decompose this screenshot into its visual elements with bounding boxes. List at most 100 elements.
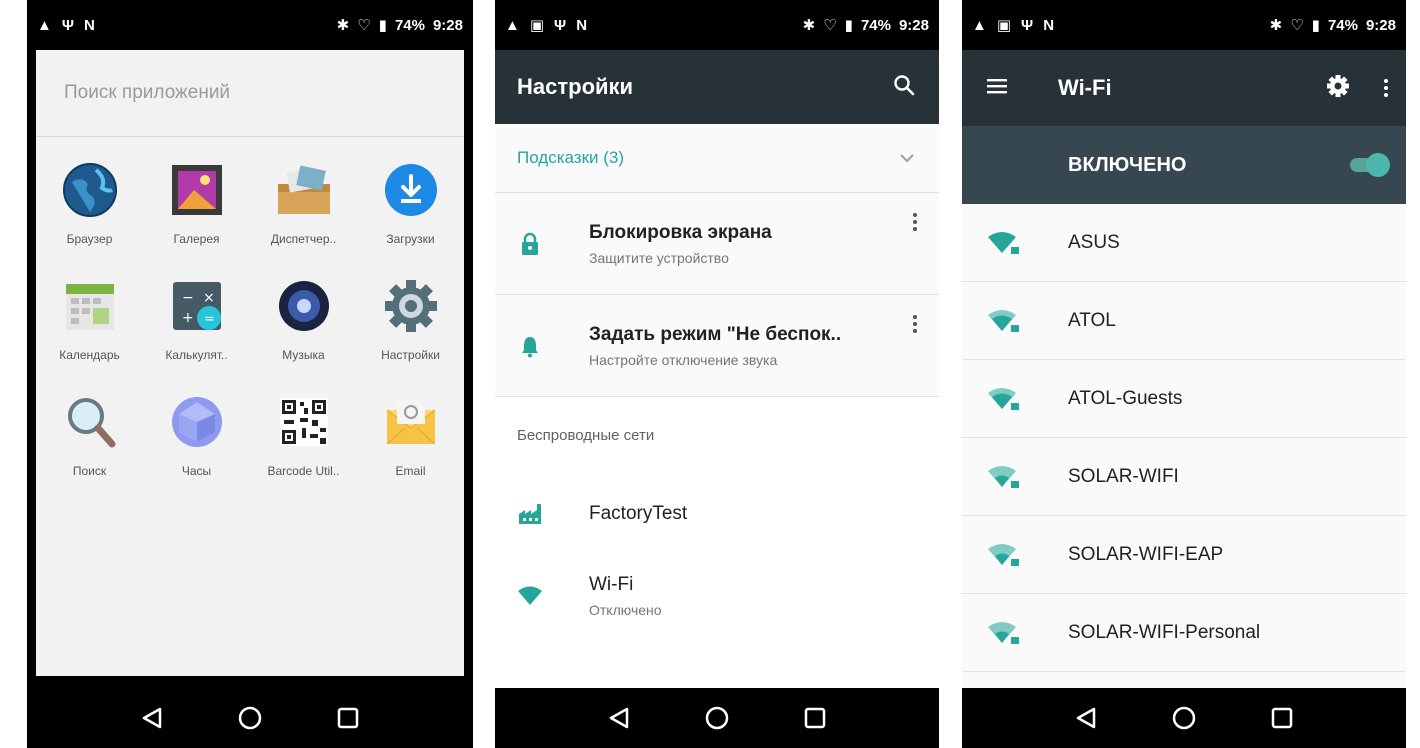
wifi-network-item[interactable]: ATOL-Guests <box>962 360 1406 438</box>
suggestion-screen-lock[interactable]: Блокировка экрана Защитите устройство <box>495 193 939 295</box>
settings-item-subtitle: Отключено <box>589 602 662 618</box>
wifi-lock-icon <box>986 543 1022 567</box>
wifi-network-item[interactable]: SOLAR-WIFI-Personal <box>962 594 1406 672</box>
app-calculator[interactable]: − × + = Калькулят.. <box>143 276 250 362</box>
app-label: Поиск <box>72 464 107 478</box>
app-search-input[interactable]: Поиск приложений <box>36 50 464 137</box>
wifi-network-name: ATOL <box>1068 309 1116 331</box>
recents-button[interactable] <box>801 704 829 732</box>
settings-item-title: Wi-Fi <box>589 574 634 595</box>
browser-globe-icon <box>60 160 120 220</box>
svg-text:−: − <box>182 290 194 306</box>
calendar-icon <box>60 276 120 336</box>
status-bar: ▲ Ψ N ✱ ♡ ▮ 74% 9:28 <box>27 0 473 50</box>
home-circle-icon <box>1172 706 1196 730</box>
app-label: Браузер <box>66 232 113 246</box>
app-label: Галерея <box>173 232 220 246</box>
clock-time: 9:28 <box>432 16 463 34</box>
chevron-down-icon <box>899 148 915 168</box>
wifi-network-name: SOLAR-WIFI <box>1068 465 1179 487</box>
wifi-lock-icon <box>986 231 1022 255</box>
email-icon <box>381 392 441 452</box>
settings-item-wifi[interactable]: Wi-Fi Отключено <box>495 555 939 637</box>
back-button[interactable] <box>138 704 166 732</box>
more-options-icon[interactable] <box>913 315 917 333</box>
wifi-network-list: ASUS ATOL ATOL-Guests SOLAR-WIFI SOLAR-W… <box>962 204 1406 688</box>
app-barcode-util[interactable]: Barcode Util.. <box>250 392 357 478</box>
file-manager-icon <box>274 160 334 220</box>
bluetooth-icon: ✱ <box>336 16 350 34</box>
wifi-icon <box>517 586 543 606</box>
app-settings[interactable]: Настройки <box>357 276 464 362</box>
nav-bar <box>27 688 473 748</box>
home-circle-icon <box>238 706 262 730</box>
wifi-status-icon: ♡ <box>357 16 371 34</box>
app-grid: Браузер Галерея Диспетчер.. Загрузки Кал… <box>36 160 464 478</box>
menu-button[interactable] <box>986 77 1008 100</box>
music-icon <box>274 276 334 336</box>
wifi-settings-button[interactable] <box>1326 74 1350 103</box>
battery-icon: ▮ <box>1311 16 1320 34</box>
gallery-icon <box>167 160 227 220</box>
app-clock[interactable]: Часы <box>143 392 250 478</box>
suggestion-title: Задать режим "Не беспок.. <box>589 323 842 345</box>
home-button[interactable] <box>1170 704 1198 732</box>
app-gallery[interactable]: Галерея <box>143 160 250 246</box>
app-downloads[interactable]: Загрузки <box>357 160 464 246</box>
suggestions-header[interactable]: Подсказки (3) <box>495 124 939 193</box>
wifi-network-item[interactable]: SOLAR-WIFI <box>962 438 1406 516</box>
more-options-icon[interactable] <box>913 213 917 231</box>
app-file-manager[interactable]: Диспетчер.. <box>250 160 357 246</box>
signal-icon: ▲ <box>505 16 520 34</box>
overflow-menu-icon[interactable] <box>1384 79 1388 97</box>
settings-item-factorytest[interactable]: FactoryTest <box>495 473 939 555</box>
battery-percent: 74% <box>394 16 425 34</box>
app-label: Barcode Util.. <box>267 464 340 478</box>
svg-text:×: × <box>203 290 215 306</box>
home-circle-icon <box>705 706 729 730</box>
wifi-network-name: SOLAR-WIFI-EAP <box>1068 543 1224 565</box>
app-label: Настройки <box>381 348 440 362</box>
status-bar: ▲ ▣ Ψ N ✱ ♡ ▮ 74% 9:28 <box>495 0 939 50</box>
back-button[interactable] <box>605 704 633 732</box>
nfc-icon: N <box>576 16 588 34</box>
hamburger-menu-icon <box>987 78 1007 93</box>
suggestion-do-not-disturb[interactable]: Задать режим "Не беспок.. Настройте откл… <box>495 295 939 397</box>
back-button[interactable] <box>1072 704 1100 732</box>
wifi-network-item[interactable]: SOLAR-WIFI-EAP <box>962 516 1406 594</box>
usb-icon: Ψ <box>554 16 567 34</box>
app-email[interactable]: Email <box>357 392 464 478</box>
wifi-network-name: ATOL-Guests <box>1068 387 1183 409</box>
home-button[interactable] <box>236 704 264 732</box>
wifi-network-item[interactable]: ASUS <box>962 204 1406 282</box>
usb-icon: Ψ <box>61 16 74 34</box>
wifi-lock-icon <box>986 387 1022 411</box>
app-calendar[interactable]: Календарь <box>36 276 143 362</box>
app-music[interactable]: Музыка <box>250 276 357 362</box>
bell-icon <box>517 334 543 358</box>
downloads-icon <box>381 160 441 220</box>
search-button[interactable] <box>893 74 915 101</box>
svg-text:+: + <box>182 310 194 326</box>
app-search[interactable]: Поиск <box>36 392 143 478</box>
suggestions-title: Подсказки (3) <box>517 148 625 167</box>
wifi-master-switch-bar[interactable]: ВКЛЮЧЕНО <box>962 126 1406 204</box>
app-browser[interactable]: Браузер <box>36 160 143 246</box>
suggestion-subtitle: Защитите устройство <box>589 249 729 266</box>
back-triangle-icon <box>609 707 629 729</box>
recents-button[interactable] <box>334 704 362 732</box>
recents-button[interactable] <box>1268 704 1296 732</box>
wifi-lock-icon <box>986 309 1022 333</box>
page-title: Настройки <box>517 74 634 99</box>
wifi-toggle[interactable] <box>1344 153 1390 177</box>
qr-code-icon <box>274 392 334 452</box>
gear-icon <box>1327 74 1349 97</box>
home-button[interactable] <box>703 704 731 732</box>
nav-bar <box>962 688 1406 748</box>
image-notification-icon: ▣ <box>996 16 1012 34</box>
wifi-network-item[interactable]: ATOL <box>962 282 1406 360</box>
back-triangle-icon <box>1076 707 1096 729</box>
back-triangle-icon <box>142 707 162 729</box>
suggestion-title: Блокировка экрана <box>589 221 772 243</box>
status-bar: ▲ ▣ Ψ N ✱ ♡ ▮ 74% 9:28 <box>962 0 1406 50</box>
